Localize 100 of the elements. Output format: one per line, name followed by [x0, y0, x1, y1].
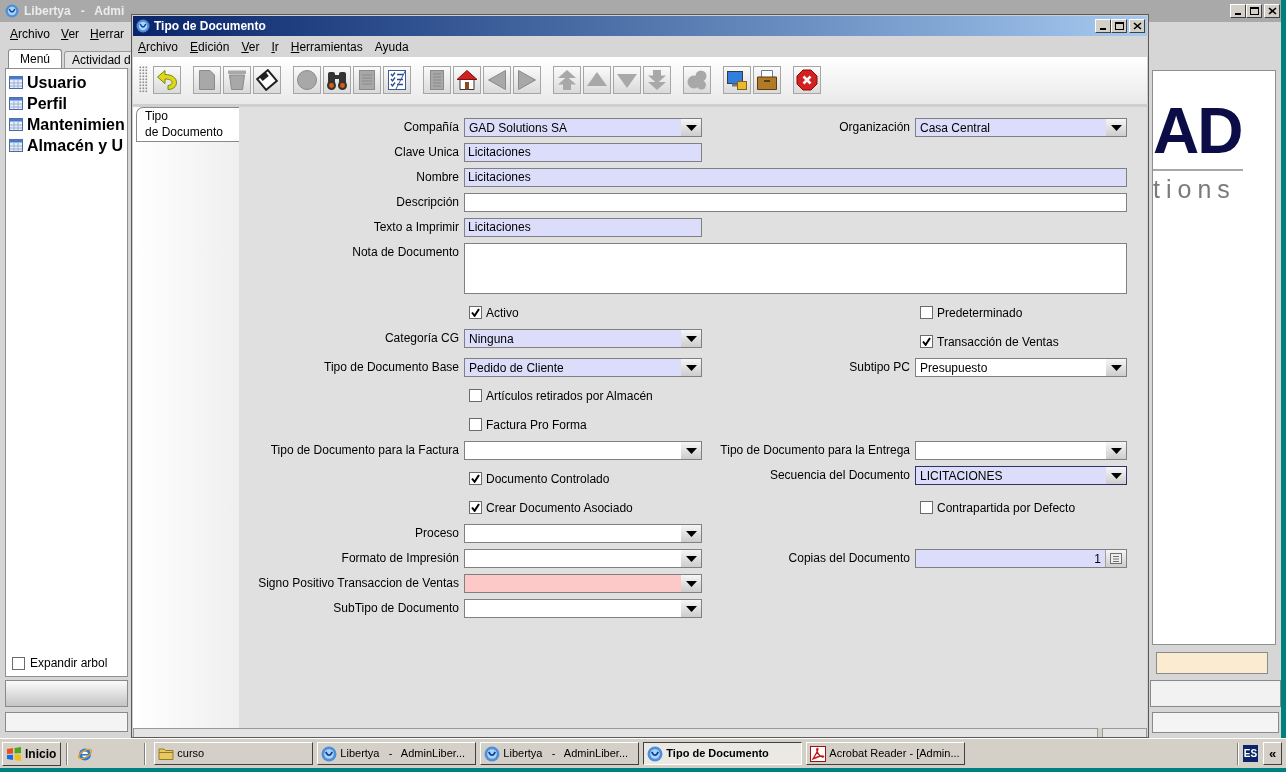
checkmark-icon [471, 474, 480, 483]
window-title: Libertya - Admi [24, 3, 125, 20]
field-label: Formato de Impresión [341, 550, 459, 567]
dropdown-button[interactable] [1106, 442, 1126, 459]
number-field[interactable]: 1 [915, 549, 1127, 568]
menu-item[interactable]: Ir [271, 37, 279, 56]
dropdown-button[interactable] [681, 525, 701, 542]
close-icon [796, 69, 818, 91]
calculator-button[interactable] [1105, 550, 1126, 567]
dropdown-field[interactable]: GAD Solutions SA [464, 118, 702, 137]
close-button[interactable] [1264, 4, 1280, 18]
checkbox[interactable] [469, 418, 482, 431]
house-icon [456, 69, 478, 91]
caret-icon [1110, 472, 1122, 479]
text-field[interactable]: Licitaciones [464, 168, 1127, 187]
menu-item[interactable]: Ver [241, 37, 260, 56]
menu-item[interactable]: Archivo [10, 24, 51, 43]
checkbox[interactable] [920, 335, 933, 348]
dropdown-field[interactable]: Presupuesto [915, 358, 1127, 377]
dropdown-button[interactable] [681, 575, 701, 592]
toolbar-button[interactable] [383, 66, 411, 94]
toolbar-button[interactable] [453, 66, 481, 94]
dropdown-field[interactable]: LICITACIONES [915, 466, 1127, 485]
checkbox-label: Factura Pro Forma [486, 416, 587, 434]
dropdown-field[interactable] [464, 549, 702, 568]
dropdown-field[interactable] [915, 441, 1127, 460]
dropdown-button[interactable] [681, 330, 701, 347]
checkbox[interactable] [469, 389, 482, 402]
taskbar-button[interactable]: Libertya - AdminLiber... [480, 742, 640, 765]
menu-item[interactable]: Archivo [138, 37, 179, 56]
caret-icon [1110, 124, 1122, 131]
binoculars-icon [326, 69, 348, 91]
menu-item[interactable]: Herrar [90, 24, 125, 43]
right-triangle-icon [516, 69, 538, 91]
checkbox[interactable] [920, 306, 933, 319]
dropdown-button[interactable] [681, 359, 701, 376]
table-icon [9, 118, 23, 131]
checkbox-label: Transacción de Ventas [937, 333, 1059, 351]
minimize-button[interactable] [1230, 4, 1246, 18]
close-icon [1267, 7, 1277, 15]
monitor-icon [726, 69, 748, 91]
checkbox[interactable] [12, 656, 25, 670]
tab[interactable]: Menú [8, 49, 63, 68]
dropdown-field[interactable]: Pedido de Cliente [464, 358, 702, 377]
dropdown-button[interactable] [1106, 359, 1126, 376]
toolbar-button[interactable] [753, 66, 781, 94]
maximize-button[interactable] [1246, 4, 1262, 18]
checkbox[interactable] [469, 501, 482, 514]
dropdown-button[interactable] [681, 442, 701, 459]
taskbar-button[interactable]: Libertya - AdminLiber... [317, 742, 477, 765]
checkbox[interactable] [920, 501, 933, 514]
menu-item[interactable]: Herramientas [290, 37, 363, 56]
dropdown-field[interactable] [464, 524, 702, 543]
field-label: Tipo de Documento para la Entrega [720, 442, 910, 459]
tab[interactable]: Tipo de Documento [136, 107, 239, 142]
caret-icon [685, 124, 697, 131]
field-label: Signo Positivo Transaccion de Ventas [258, 575, 459, 592]
caret-icon [685, 335, 697, 342]
toolbar-button[interactable] [793, 66, 821, 94]
tray-toggle-button[interactable]: « [1263, 742, 1282, 765]
minimize-button[interactable] [1095, 19, 1111, 33]
toolbar-button[interactable] [323, 66, 351, 94]
text-area[interactable] [464, 243, 1127, 294]
taskbar-button[interactable]: Acrobat Reader - [Admin... [806, 742, 966, 765]
close-icon [1132, 22, 1142, 30]
checkmark-icon [471, 308, 480, 317]
field-label: Subtipo PC [849, 359, 910, 376]
field-label: Tipo de Documento para la Factura [270, 442, 459, 459]
field-label: Clave Unica [394, 144, 459, 161]
taskbar-button[interactable]: Tipo de Documento [643, 742, 803, 765]
tab[interactable]: Actividad d [64, 51, 131, 68]
dropdown-field[interactable] [464, 574, 702, 593]
dropdown-button[interactable] [1106, 467, 1126, 484]
language-indicator[interactable]: ES [1243, 745, 1258, 762]
dropdown-button[interactable] [1106, 119, 1126, 136]
menu-item[interactable]: Ver [61, 24, 80, 43]
toolbar-button[interactable] [723, 66, 751, 94]
grip-icon[interactable] [139, 66, 148, 93]
toolbar-button[interactable] [253, 66, 281, 94]
dropdown-field[interactable]: Ninguna [464, 329, 702, 348]
dropdown-field[interactable] [464, 599, 702, 618]
dropdown-field[interactable]: Casa Central [915, 118, 1127, 137]
menu-item[interactable]: Edición [190, 37, 230, 56]
maximize-button[interactable] [1111, 19, 1127, 33]
checkbox[interactable] [469, 306, 482, 319]
close-button[interactable] [1129, 19, 1145, 33]
text-field[interactable]: Licitaciones [464, 218, 702, 237]
dropdown-button[interactable] [681, 119, 701, 136]
checkbox[interactable] [469, 472, 482, 485]
text-field[interactable]: Licitaciones [464, 143, 702, 162]
menu-item[interactable]: Ayuda [374, 37, 409, 56]
taskbar-button[interactable]: curso [154, 742, 314, 765]
dropdown-button[interactable] [681, 550, 701, 567]
dropdown-field[interactable] [464, 441, 702, 460]
field-label: Categoría CG [384, 330, 459, 347]
app-logo-icon [5, 4, 19, 18]
field-label: Copias del Documento [788, 550, 910, 567]
dropdown-button[interactable] [681, 600, 701, 617]
start-button[interactable]: Inicio [2, 741, 62, 766]
text-field[interactable] [464, 193, 1127, 212]
